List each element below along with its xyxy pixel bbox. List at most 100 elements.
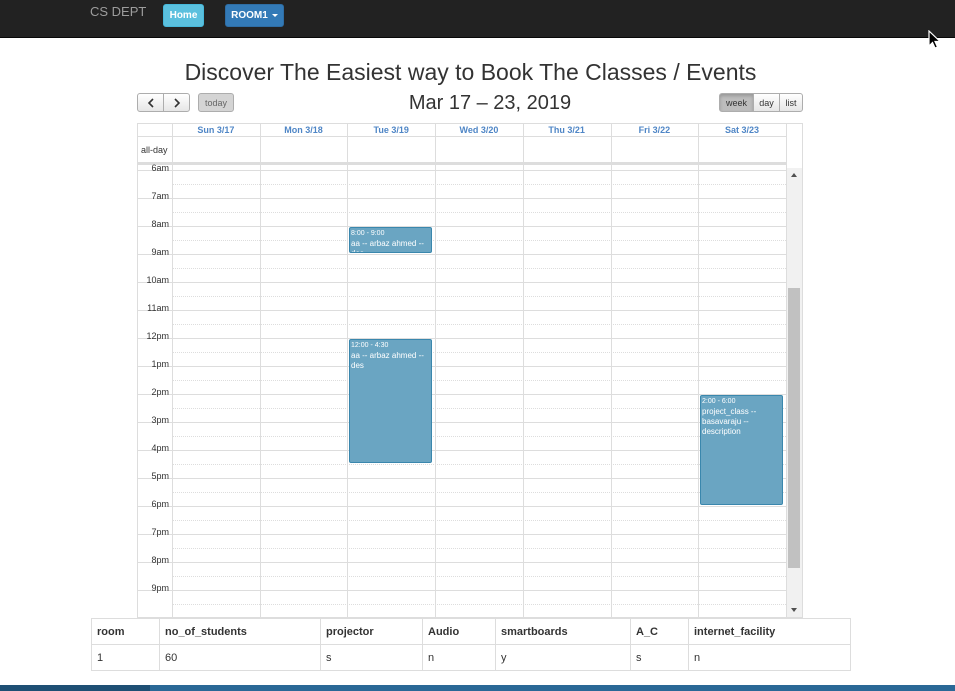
bottom-bar-segment — [0, 685, 150, 691]
column-divider — [260, 124, 261, 617]
time-label: 6pm — [151, 499, 169, 509]
scroll-down-arrow-icon[interactable] — [791, 608, 797, 612]
column-header: no_of_students — [159, 618, 321, 645]
day-header: Wed 3/20 — [459, 125, 499, 135]
time-label: 8pm — [151, 555, 169, 565]
time-label: 8am — [151, 219, 169, 229]
hour-line — [138, 254, 786, 255]
day-header: Sat 3/23 — [725, 125, 760, 135]
time-label: 9pm — [151, 583, 169, 593]
time-label: 5pm — [151, 471, 169, 481]
table-cell: y — [495, 644, 631, 671]
table-cell: n — [688, 644, 851, 671]
prev-week-button[interactable] — [137, 93, 164, 112]
hour-line — [138, 506, 786, 507]
half-hour-line — [172, 240, 786, 241]
event-time: 2:00 - 6:00 — [702, 398, 736, 405]
day-header-row: Sun 3/17 Mon 3/18 Tue 3/19 Wed 3/20 Thu 3/21… — [138, 124, 786, 137]
calendar-event[interactable]: 8:00 - 9:00 aa -- arbaz ahmed -- des — [349, 227, 432, 253]
column-divider — [786, 124, 787, 617]
event-title: project_class -- basavaraju -- descripti… — [702, 407, 757, 436]
mouse-cursor-icon — [928, 30, 942, 49]
hour-line — [138, 226, 786, 227]
calendar-event[interactable]: 2:00 - 6:00 project_class -- basavaraju -… — [700, 395, 783, 505]
half-hour-line — [172, 352, 786, 353]
week-view-button[interactable]: week — [719, 93, 754, 112]
hour-line — [138, 590, 786, 591]
time-label: 7pm — [151, 527, 169, 537]
half-hour-line — [172, 380, 786, 381]
half-hour-line — [172, 324, 786, 325]
table-cell: 1 — [91, 644, 160, 671]
time-label: 7am — [151, 191, 169, 201]
half-hour-line — [172, 464, 786, 465]
hour-line — [138, 562, 786, 563]
column-header: projector — [320, 618, 423, 645]
half-hour-line — [172, 492, 786, 493]
time-label: 4pm — [151, 443, 169, 453]
calendar-event[interactable]: 12:00 - 4:30 aa -- arbaz ahmed -- des — [349, 339, 432, 463]
room-dropdown-button[interactable]: ROOM1 — [225, 4, 284, 27]
room-info-table: room no_of_students projector Audio smar… — [91, 618, 851, 671]
next-week-button[interactable] — [163, 93, 190, 112]
day-header: Mon 3/18 — [284, 125, 323, 135]
column-divider — [172, 124, 173, 617]
column-divider — [347, 124, 348, 617]
day-view-button[interactable]: day — [753, 93, 780, 112]
all-day-row[interactable]: all-day — [138, 137, 786, 165]
today-button[interactable]: today — [198, 93, 234, 112]
calendar-scrollbar[interactable] — [786, 168, 802, 617]
column-header: room — [91, 618, 160, 645]
header-scroll-gutter — [786, 124, 802, 168]
week-calendar: Sun 3/17 Mon 3/18 Tue 3/19 Wed 3/20 Thu 3/21… — [137, 123, 803, 618]
time-label: 9am — [151, 247, 169, 257]
event-title: aa -- arbaz ahmed -- des — [351, 239, 424, 252]
time-label: 11am — [147, 303, 169, 313]
hour-line — [138, 198, 786, 199]
chevron-right-icon — [173, 97, 180, 108]
day-header: Tue 3/19 — [373, 125, 409, 135]
scroll-up-arrow-icon[interactable] — [791, 173, 797, 177]
half-hour-line — [172, 576, 786, 577]
hour-line — [138, 534, 786, 535]
day-header: Fri 3/22 — [638, 125, 671, 135]
time-label: 12pm — [146, 331, 169, 341]
column-header: smartboards — [495, 618, 631, 645]
all-day-label: all-day — [141, 145, 168, 155]
time-label: 10am — [146, 275, 169, 285]
column-header: internet_facility — [688, 618, 851, 645]
column-divider — [698, 124, 699, 617]
half-hour-line — [172, 548, 786, 549]
hour-line — [138, 282, 786, 283]
half-hour-line — [172, 408, 786, 409]
table-row: 1 60 s n y s n — [91, 644, 851, 671]
time-label: 1pm — [151, 359, 169, 369]
day-header: Sun 3/17 — [197, 125, 235, 135]
navbar: CS DEPT Home ROOM1 — [0, 0, 955, 38]
event-time: 12:00 - 4:30 — [351, 342, 389, 349]
table-cell: n — [422, 644, 496, 671]
hour-line — [138, 366, 786, 367]
hour-line — [138, 394, 786, 395]
table-cell: s — [630, 644, 689, 671]
time-label: 2pm — [151, 387, 169, 397]
time-grid[interactable]: 6am 7am 8am 9am 10am 11am 12pm 1pm 2pm 3pm 4pm 5pm 6… — [138, 163, 786, 617]
page-heading: Discover The Easiest way to Book The Cla… — [184, 59, 757, 85]
caret-down-icon — [271, 14, 278, 17]
half-hour-line — [172, 184, 786, 185]
bottom-bar — [0, 685, 955, 691]
column-header: Audio — [422, 618, 496, 645]
brand-name[interactable]: CS DEPT — [90, 4, 146, 19]
column-divider — [523, 124, 524, 617]
calendar-date-range: Mar 17 – 23, 2019 — [408, 92, 572, 114]
home-button[interactable]: Home — [163, 4, 204, 27]
hour-line — [138, 450, 786, 451]
table-cell: 60 — [159, 644, 321, 671]
half-hour-line — [172, 268, 786, 269]
half-hour-line — [172, 436, 786, 437]
table-cell: s — [320, 644, 423, 671]
hour-line — [138, 170, 786, 171]
column-divider — [611, 124, 612, 617]
list-view-button[interactable]: list — [779, 93, 803, 112]
scrollbar-thumb[interactable] — [788, 288, 800, 568]
